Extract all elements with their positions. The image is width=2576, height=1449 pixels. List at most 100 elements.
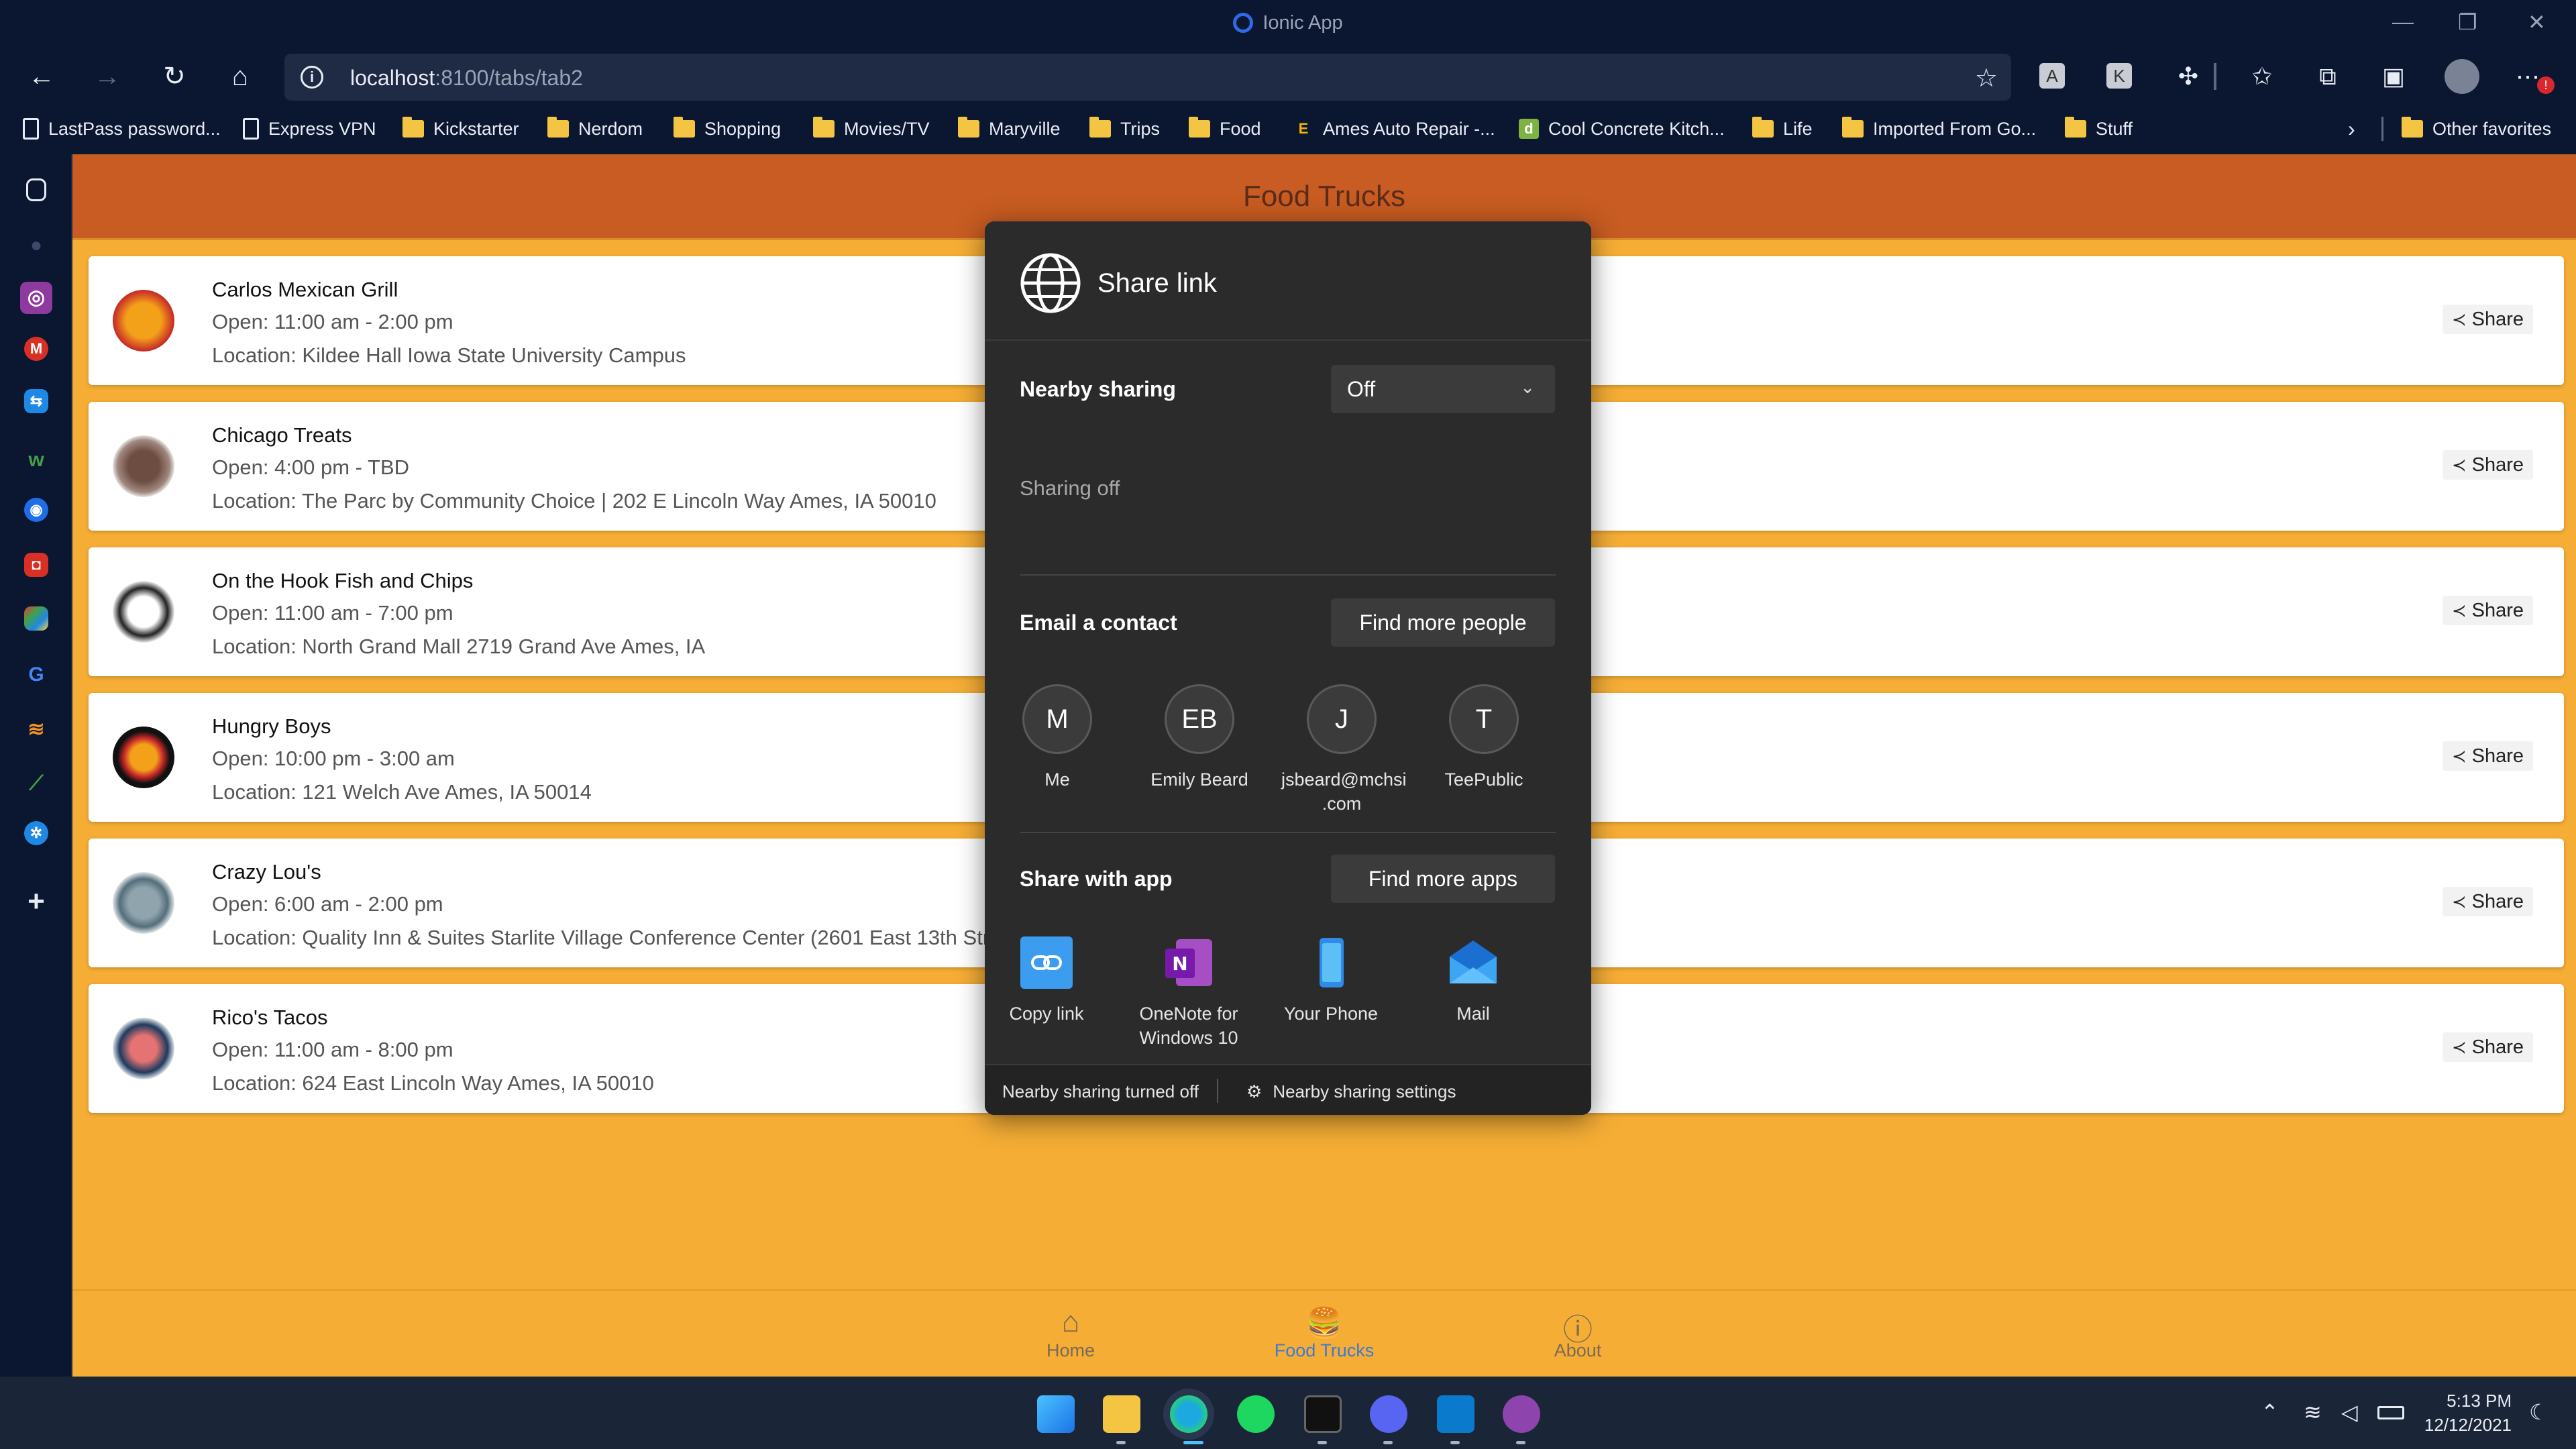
home-icon[interactable]: ⌂ <box>221 58 259 95</box>
truck-logo <box>113 1018 174 1079</box>
chevron-right-icon[interactable]: › <box>2348 115 2355 142</box>
truck-hours: Open: 11:00 am - 7:00 pm <box>212 601 453 625</box>
terminal-icon[interactable] <box>1304 1395 1342 1433</box>
title-bar: Ionic App — ❐ ✕ <box>0 0 2576 50</box>
edge-icon[interactable] <box>1170 1395 1208 1433</box>
maximize-button[interactable]: ❐ <box>2458 9 2477 35</box>
red-app-icon[interactable]: ◘ <box>24 553 48 577</box>
url-text[interactable]: localhost:8100/tabs/tab2 <box>350 66 583 91</box>
bookmark-folder-life[interactable]: Life <box>1752 115 1813 142</box>
share-button[interactable]: ≺ Share <box>2442 596 2533 625</box>
folder-icon <box>674 117 695 138</box>
ionic-icon <box>1233 13 1254 33</box>
nearby-sharing-dropdown[interactable]: Off ⌄ <box>1331 365 1555 413</box>
share-button[interactable]: ≺ Share <box>2442 741 2533 771</box>
file-explorer-icon[interactable] <box>1103 1395 1140 1433</box>
app-copy-link[interactable]: Copy link <box>985 936 1114 1026</box>
extension-k-icon[interactable]: K <box>2106 63 2132 89</box>
app-mail[interactable]: Mail <box>1406 936 1540 1026</box>
bookmark-lastpass[interactable]: LastPass password... <box>23 115 221 142</box>
minimize-button[interactable]: — <box>2392 9 2414 34</box>
clock[interactable]: 5:13 PM 12/12/2021 <box>2424 1389 2512 1437</box>
stack-icon[interactable]: ≋ <box>20 714 52 746</box>
w-icon[interactable]: w <box>20 444 52 476</box>
page-icon <box>243 118 259 140</box>
share-button[interactable]: ≺ Share <box>2442 305 2533 334</box>
find-more-apps-button[interactable]: Find more apps <box>1331 855 1555 903</box>
address-bar[interactable]: i localhost:8100/tabs/tab2 ☆ <box>284 54 2011 101</box>
cool-concrete-icon: d <box>1519 119 1539 139</box>
bookmark-folder-movies-tv[interactable]: Movies/TV <box>813 115 930 142</box>
notifications-icon[interactable]: ☾ <box>2529 1399 2548 1425</box>
share-button[interactable]: ≺ Share <box>2442 1032 2533 1062</box>
truck-logo <box>113 872 174 934</box>
battery-icon[interactable] <box>2377 1406 2404 1419</box>
bookmark-folder-other-favorites[interactable]: Other favorites <box>2402 115 2551 142</box>
avatar: T <box>1449 684 1519 754</box>
find-more-people-button[interactable]: Find more people <box>1331 598 1555 647</box>
contact-jsbeard[interactable]: J jsbeard@mchsi .com <box>1281 684 1406 816</box>
window-title: Ionic App <box>0 12 2576 34</box>
vscode-icon[interactable] <box>1437 1395 1474 1433</box>
bookmark-folder-kickstarter[interactable]: Kickstarter <box>402 115 519 142</box>
contact-teepublic[interactable]: T TeePublic <box>1424 684 1544 792</box>
share-icon: ≺ <box>2451 309 2467 329</box>
tab-about[interactable]: ⓘ About <box>1511 1305 1645 1361</box>
github-icon[interactable]: ● <box>20 229 52 262</box>
favorites-icon[interactable]: ✩ <box>2246 60 2278 93</box>
bookmark-express-vpn[interactable]: Express VPN <box>243 115 376 142</box>
discord-icon[interactable] <box>1370 1395 1407 1433</box>
github-desktop-icon[interactable] <box>1503 1395 1540 1433</box>
profile-avatar[interactable] <box>2445 59 2479 94</box>
share-button[interactable]: ≺ Share <box>2442 450 2533 480</box>
bookmark-folder-food[interactable]: Food <box>1189 115 1261 142</box>
volume-icon[interactable]: ◁ <box>2341 1399 2358 1425</box>
refresh-icon[interactable]: ↻ <box>156 58 193 95</box>
contact-emily-beard[interactable]: EB Emily Beard <box>1139 684 1260 792</box>
app-onenote[interactable]: N OneNote for Windows 10 <box>1122 936 1256 1050</box>
bookmark-folder-imported[interactable]: Imported From Go... <box>1842 115 2036 142</box>
close-button[interactable]: ✕ <box>2528 9 2546 35</box>
google-icon[interactable]: G <box>20 659 52 691</box>
collections-icon[interactable]: ⧉ <box>2312 60 2344 93</box>
colorful-app-icon[interactable] <box>24 606 48 631</box>
add-favorite-icon[interactable]: ☆ <box>1975 63 1998 93</box>
screenshot-icon[interactable]: ▣ <box>2377 60 2410 93</box>
circle-app-icon[interactable]: ◉ <box>24 498 48 522</box>
nearby-settings-link[interactable]: ⚙ Nearby sharing settings <box>1246 1081 1456 1102</box>
truck-location: Location: Kildee Hall Iowa State Univers… <box>212 343 686 367</box>
avatar: J <box>1307 684 1377 754</box>
spotify-icon[interactable] <box>1237 1395 1275 1433</box>
bookmark-ames-auto-repair[interactable]: E Ames Auto Repair -... <box>1293 115 1495 142</box>
chevron-up-icon[interactable]: ⌃ <box>2261 1399 2279 1425</box>
share-dialog: Share link Nearby sharing Off ⌄ Sharing … <box>985 221 1591 1115</box>
tab-food-trucks[interactable]: 🍔 Food Trucks <box>1257 1305 1391 1361</box>
bookmarks-divider <box>2381 117 2383 141</box>
share-button[interactable]: ≺ Share <box>2442 887 2533 916</box>
feather-icon[interactable]: ⟋ <box>20 767 52 800</box>
app-sidebar-icon[interactable]: ⇆ <box>24 389 48 413</box>
bookmark-folder-maryville[interactable]: Maryville <box>958 115 1061 142</box>
back-icon[interactable]: ← <box>23 58 60 95</box>
start-icon[interactable] <box>1037 1395 1075 1433</box>
info-icon[interactable]: i <box>301 66 323 89</box>
ionic-sidebar-icon[interactable]: ◎ <box>20 282 52 314</box>
truck-location: Location: North Grand Mall 2719 Grand Av… <box>212 635 706 658</box>
app-your-phone[interactable]: Your Phone <box>1264 936 1398 1026</box>
bookmark-folder-shopping[interactable]: Shopping <box>674 115 781 142</box>
extensions-icon[interactable]: ✣ <box>2172 60 2204 93</box>
extension-a-icon[interactable]: A <box>2039 63 2065 89</box>
bookmark-folder-stuff[interactable]: Stuff <box>2065 115 2133 142</box>
wifi-icon[interactable]: ≋ <box>2304 1399 2322 1425</box>
taskbar: ⌃ ≋ ◁ 5:13 PM 12/12/2021 ☾ <box>0 1377 2576 1449</box>
add-sidebar-icon[interactable]: + <box>20 885 52 918</box>
forward-icon[interactable]: → <box>89 58 126 95</box>
tab-actions-icon[interactable] <box>26 178 46 201</box>
bookmark-folder-trips[interactable]: Trips <box>1089 115 1160 142</box>
gmail-icon[interactable]: M <box>24 337 48 361</box>
tab-home[interactable]: ⌂ Home <box>1004 1305 1138 1361</box>
contact-me[interactable]: M Me <box>997 684 1118 792</box>
bookmark-cool-concrete[interactable]: d Cool Concrete Kitch... <box>1519 115 1725 142</box>
app-store-icon[interactable]: ✲ <box>24 821 48 845</box>
bookmark-folder-nerdom[interactable]: Nerdom <box>547 115 643 142</box>
